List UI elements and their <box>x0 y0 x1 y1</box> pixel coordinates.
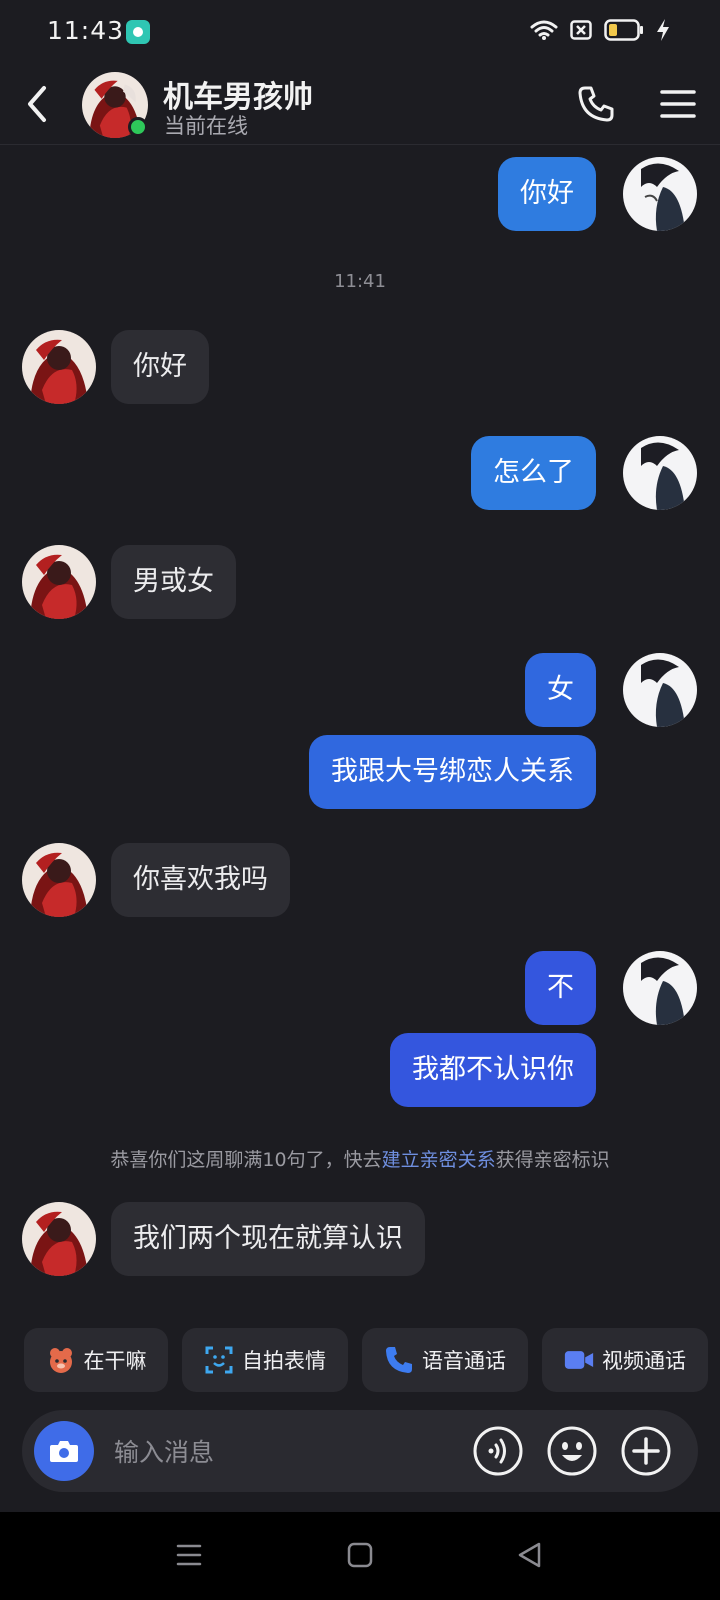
chat-header: 机车男孩帅 当前在线 <box>0 62 720 145</box>
contact-avatar[interactable] <box>22 545 96 619</box>
my-avatar[interactable] <box>623 436 697 510</box>
system-nav-bar <box>0 1512 720 1600</box>
my-avatar[interactable] <box>623 951 697 1025</box>
incoming-message[interactable]: 你喜欢我吗 <box>111 843 290 917</box>
phone-icon <box>384 1345 414 1375</box>
my-avatar[interactable] <box>623 653 697 727</box>
camera-icon[interactable] <box>34 1421 94 1481</box>
quick-action-label: 在干嘛 <box>83 1349 147 1373</box>
emoji-icon[interactable] <box>546 1425 598 1477</box>
app-notification-icon <box>126 20 150 44</box>
online-status-dot <box>128 117 148 137</box>
contact-avatar[interactable] <box>22 1202 96 1276</box>
message-input-bar <box>22 1410 698 1492</box>
my-avatar[interactable] <box>623 157 697 231</box>
system-notice: 恭喜你们这周聊满10句了，快去建立亲密关系获得亲密标识 <box>0 1145 720 1172</box>
outgoing-message[interactable]: 不 <box>525 951 596 1025</box>
battery-icon <box>604 19 643 41</box>
incoming-message[interactable]: 我们两个现在就算认识 <box>111 1202 425 1276</box>
recent-apps-icon[interactable] <box>174 1540 204 1570</box>
incoming-message[interactable]: 男或女 <box>111 545 236 619</box>
back-icon[interactable] <box>18 82 58 126</box>
status-time: 11:43 <box>47 16 125 45</box>
timestamp: 11:41 <box>334 271 386 292</box>
phone-icon[interactable] <box>576 84 616 124</box>
status-bar: 11:43 <box>0 0 720 62</box>
bear-icon <box>46 1345 76 1375</box>
message-input[interactable] <box>112 1430 456 1474</box>
menu-icon[interactable] <box>658 86 698 122</box>
outgoing-message[interactable]: 我都不认识你 <box>390 1033 596 1107</box>
charging-icon <box>657 19 669 41</box>
wifi-icon <box>530 20 558 40</box>
outgoing-message[interactable]: 我跟大号绑恋人关系 <box>309 735 596 809</box>
system-notice-text: 获得亲密标识 <box>495 1149 610 1171</box>
system-notice-text: 恭喜你们这周聊满10句了，快去 <box>110 1149 382 1171</box>
face-scan-icon <box>204 1345 234 1375</box>
intimacy-link[interactable]: 建立亲密关系 <box>382 1149 496 1171</box>
quick-action-what-doing[interactable]: 在干嘛 <box>24 1328 168 1392</box>
quick-action-label: 语音通话 <box>422 1349 506 1373</box>
video-icon <box>564 1345 594 1375</box>
quick-action-video-call[interactable]: 视频通话 <box>542 1328 708 1392</box>
plus-icon[interactable] <box>620 1425 672 1477</box>
back-triangle-icon[interactable] <box>515 1540 545 1570</box>
home-icon[interactable] <box>345 1540 375 1570</box>
quick-action-voice-call[interactable]: 语音通话 <box>362 1328 528 1392</box>
outgoing-message[interactable]: 女 <box>525 653 596 727</box>
contact-avatar[interactable] <box>22 330 96 404</box>
sim-off-icon <box>570 20 592 40</box>
incoming-message[interactable]: 你好 <box>111 330 209 404</box>
quick-action-selfie-sticker[interactable]: 自拍表情 <box>182 1328 348 1392</box>
quick-action-label: 视频通话 <box>602 1349 686 1373</box>
quick-actions: 在干嘛 自拍表情 语音通话 视频通话 <box>0 1328 720 1392</box>
contact-status: 当前在线 <box>164 114 248 138</box>
voice-icon[interactable] <box>472 1425 524 1477</box>
status-icons <box>530 18 670 42</box>
outgoing-message[interactable]: 怎么了 <box>471 436 596 510</box>
contact-avatar[interactable] <box>22 843 96 917</box>
outgoing-message[interactable]: 你好 <box>498 157 596 231</box>
quick-action-label: 自拍表情 <box>242 1349 326 1373</box>
